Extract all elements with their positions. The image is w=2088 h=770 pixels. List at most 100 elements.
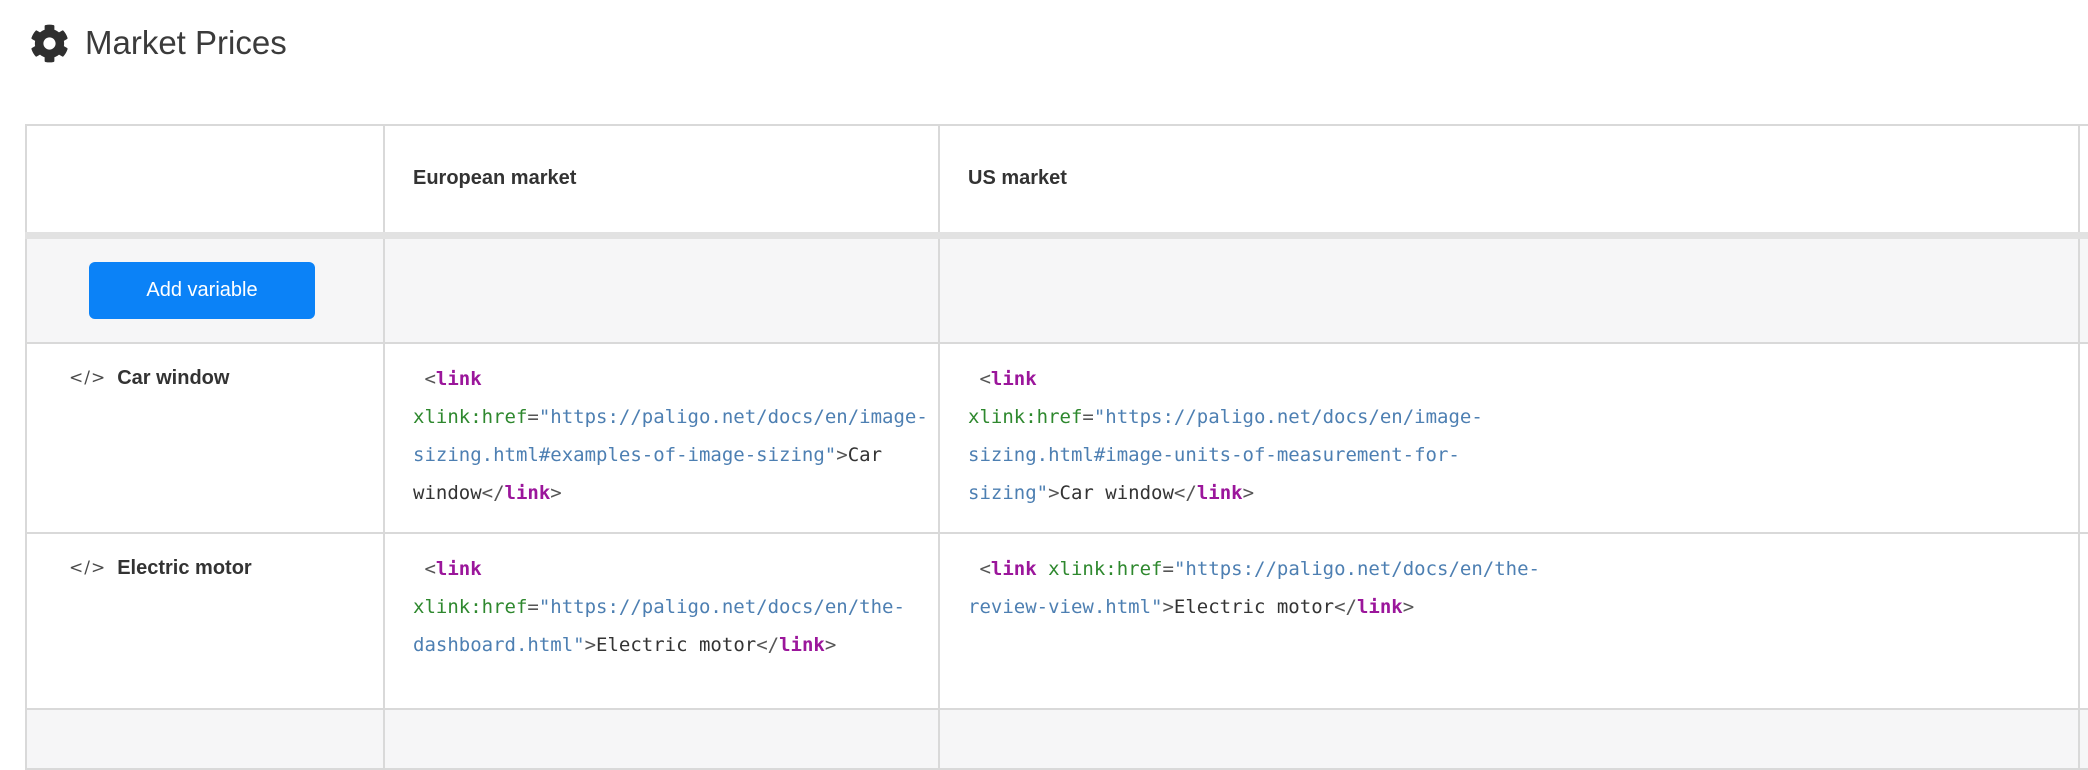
code-token-string: sizing.html#image-units-of-measurement-f…	[968, 444, 1460, 466]
code-line: xlink:href="https://paligo.net/docs/en/t…	[413, 588, 924, 626]
page-title: Market Prices	[85, 24, 287, 61]
code-line: <link	[413, 360, 924, 398]
code-line: window</link>	[413, 474, 924, 512]
code-icon: </>	[69, 558, 107, 578]
code-token-text: window	[413, 482, 482, 504]
code-line: <link xlink:href="https://paligo.net/doc…	[968, 550, 2064, 588]
code-token-tag: link	[1196, 482, 1243, 504]
code-token-attr: xlink:href	[968, 406, 1083, 428]
code-token-string: dashboard.html"	[413, 634, 585, 656]
variable-label: </> Car window	[69, 364, 373, 392]
page-header: Market Prices	[30, 22, 2088, 64]
empty-cell	[383, 708, 940, 770]
add-variable-row: Add variable	[25, 234, 2088, 344]
code-token-punct	[1037, 558, 1048, 580]
code-token-punct: =	[1162, 558, 1174, 580]
code-line: <link	[413, 550, 924, 588]
code-token-punct: >	[584, 634, 597, 656]
code-token-string: "https://paligo.net/docs/en/the-	[1173, 558, 1540, 580]
code-token-punct: >	[550, 482, 562, 504]
code-token-punct: </	[1173, 482, 1197, 504]
code-token-punct: >	[836, 444, 848, 466]
code-token-text: Car	[847, 444, 883, 466]
code-line: sizing">Car window</link>	[968, 474, 2064, 512]
code-token-punct: >	[824, 634, 837, 656]
code-token-punct: </	[1334, 596, 1357, 618]
code-token-attr: xlink:href	[413, 406, 528, 428]
code-token-punct: <	[413, 558, 436, 580]
table-header-row: European market US market	[25, 124, 2088, 239]
variables-table: European market US market Add variable <…	[25, 124, 2088, 770]
add-variable-cell: Add variable	[25, 234, 385, 344]
column-header-empty	[25, 124, 385, 239]
empty-cell	[938, 234, 2080, 344]
gear-icon	[31, 24, 68, 62]
variables-table-wrap: European market US market Add variable <…	[25, 124, 2088, 770]
variable-label: </> Electric motor	[69, 554, 373, 582]
code-line: dashboard.html">Electric motor</link>	[413, 626, 924, 664]
code-token-tag: link	[990, 368, 1037, 390]
code-token-text: Electric motor	[596, 634, 757, 656]
code-line: xlink:href="https://paligo.net/docs/en/i…	[968, 398, 2064, 436]
code-token-string: sizing.html#examples-of-image-sizing"	[413, 444, 837, 466]
variable-value-cell-european[interactable]: <link xlink:href="https://paligo.net/docs…	[383, 532, 940, 710]
code-block: <link xlink:href="https://paligo.net/doc…	[968, 550, 2064, 626]
column-header-us-market: US market	[938, 124, 2080, 239]
empty-cell	[2078, 342, 2088, 534]
code-token-string: review-view.html"	[968, 596, 1163, 618]
code-token-text: Electric motor	[1173, 596, 1335, 618]
code-token-punct: =	[527, 596, 539, 618]
variable-value-cell-us[interactable]: <link xlink:href="https://paligo.net/doc…	[938, 532, 2080, 710]
code-token-string: sizing"	[968, 482, 1049, 504]
code-token-string: "https://paligo.net/docs/en/the-	[538, 596, 905, 618]
code-line: review-view.html">Electric motor</link>	[968, 588, 2064, 626]
code-token-punct: </	[481, 482, 505, 504]
variable-name: Car window	[117, 367, 230, 389]
code-token-attr: xlink:href	[1048, 558, 1163, 580]
column-header-stub	[2078, 124, 2088, 239]
code-token-punct: </	[756, 634, 780, 656]
code-line: <link	[968, 360, 2064, 398]
code-token-punct: <	[968, 368, 991, 390]
code-line: xlink:href="https://paligo.net/docs/en/i…	[413, 398, 928, 436]
code-token-string: "https://paligo.net/docs/en/image-	[538, 406, 928, 428]
variable-value-cell-european[interactable]: <link xlink:href="https://paligo.net/docs…	[383, 342, 940, 534]
code-block: <link xlink:href="https://paligo.net/docs…	[413, 550, 924, 664]
code-token-tag: link	[435, 558, 482, 580]
empty-cell	[938, 708, 2080, 770]
code-token-tag: link	[990, 558, 1037, 580]
code-token-punct: >	[1162, 596, 1174, 618]
code-token-punct: =	[527, 406, 539, 428]
variable-name-cell: </> Car window	[25, 342, 385, 534]
code-block: <link xlink:href="https://paligo.net/docs…	[413, 360, 928, 512]
code-token-punct: <	[413, 368, 436, 390]
column-header-european-market: European market	[383, 124, 940, 239]
table-row-electric-motor: </> Electric motor <link xlink:href="http…	[25, 532, 2088, 710]
empty-cell	[2078, 708, 2088, 770]
code-token-tag: link	[1356, 596, 1403, 618]
empty-cell	[2078, 532, 2088, 710]
code-token-punct: >	[1242, 482, 1255, 504]
code-token-text: Car window	[1059, 482, 1174, 504]
empty-cell	[383, 234, 940, 344]
code-block: <link xlink:href="https://paligo.net/docs…	[968, 360, 2064, 512]
variable-name: Electric motor	[117, 557, 252, 579]
code-line: sizing.html#image-units-of-measurement-f…	[968, 436, 2064, 474]
table-row-car-window: </> Car window <link xlink:href="https://…	[25, 342, 2088, 534]
code-token-attr: xlink:href	[413, 596, 528, 618]
add-variable-button[interactable]: Add variable	[89, 261, 315, 319]
code-line: sizing.html#examples-of-image-sizing">Ca…	[413, 436, 924, 474]
code-token-tag: link	[779, 634, 825, 656]
code-token-tag: link	[504, 482, 551, 504]
code-icon: </>	[69, 368, 107, 388]
code-token-punct: =	[1082, 406, 1094, 428]
empty-cell	[25, 708, 385, 770]
empty-cell	[2078, 234, 2088, 344]
code-token-punct: >	[1402, 596, 1415, 618]
code-token-string: "https://paligo.net/docs/en/image-	[1093, 406, 1483, 428]
next-row-clipped	[25, 708, 2088, 770]
variable-name-cell: </> Electric motor	[25, 532, 385, 710]
variable-value-cell-us[interactable]: <link xlink:href="https://paligo.net/docs…	[938, 342, 2080, 534]
code-token-punct: <	[968, 558, 991, 580]
code-token-punct: >	[1048, 482, 1060, 504]
